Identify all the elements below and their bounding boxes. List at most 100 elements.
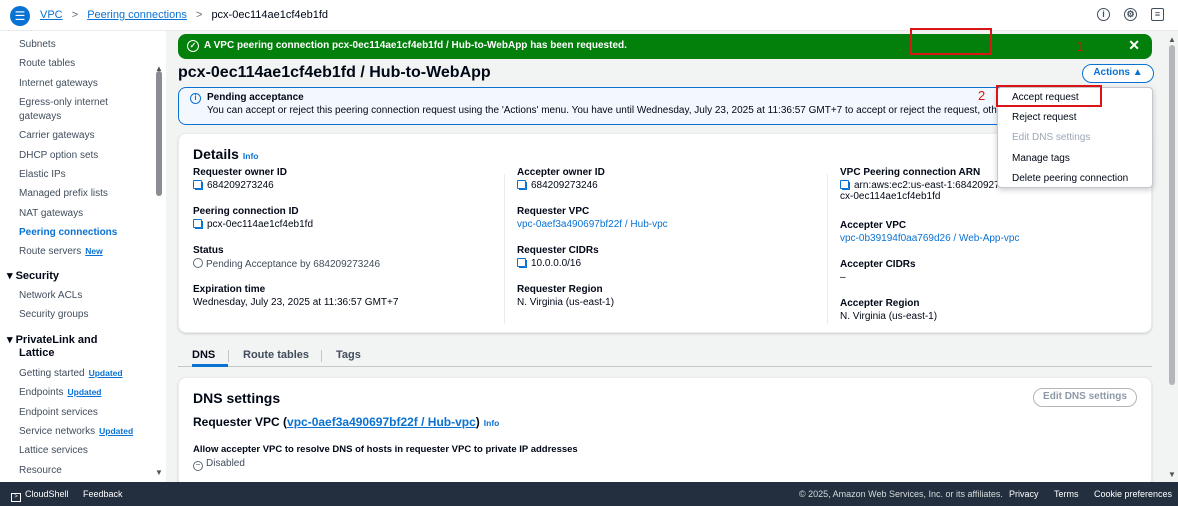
highlight-box-actions — [910, 28, 992, 55]
sidebar-item-route-servers[interactable]: Route servers New — [19, 246, 103, 257]
close-icon[interactable]: ✕ — [1128, 37, 1140, 54]
settings-icon[interactable]: ⚙ — [1124, 8, 1137, 21]
accepter-owner-field: Accepter owner ID 684209273246 — [517, 167, 605, 191]
breadcrumb-vpc[interactable]: VPC — [40, 9, 63, 21]
sidebar-item-route-tables[interactable]: Route tables — [19, 58, 75, 69]
allow-dns-label: Allow accepter VPC to resolve DNS of hos… — [193, 444, 578, 455]
copyright: © 2025, Amazon Web Services, Inc. or its… — [799, 489, 1003, 499]
accepter-vpc-link[interactable]: vpc-0b39194f0aa769d26 / Web-App-vpc — [840, 233, 1019, 244]
actions-button[interactable]: Actions ▲ — [1082, 64, 1154, 83]
sidebar-item-label: Route servers — [19, 246, 82, 257]
privatelink-section-header[interactable]: ▾ PrivateLink and — [7, 333, 98, 346]
menu-item-delete-peering[interactable]: Delete peering connection — [1012, 173, 1128, 184]
clock-icon — [193, 258, 203, 268]
sidebar-item-endpoint-services[interactable]: Endpoint services — [19, 407, 98, 418]
peering-id-field: Peering connection ID pcx-0ec114ae1cf4eb… — [193, 206, 314, 230]
requester-vpc-field: Requester VPC vpc-0aef3a490697bf22f / Hu… — [517, 206, 668, 230]
menu-icon[interactable]: ☰ — [10, 6, 30, 26]
sidebar-item-nat-gateways[interactable]: NAT gateways — [19, 208, 83, 219]
terminal-icon: > — [11, 493, 21, 502]
caret-down-icon: ▾ — [7, 270, 16, 282]
success-flash: ✓ A VPC peering connection pcx-0ec114ae1… — [178, 34, 1152, 59]
caret-up-icon: ▲ — [1132, 67, 1143, 78]
feedback-link[interactable]: Feedback — [83, 489, 123, 499]
sidebar-item-elastic-ips[interactable]: Elastic IPs — [19, 169, 66, 180]
tab-divider — [321, 350, 322, 362]
sidebar-item-subnets[interactable]: Subnets — [19, 39, 56, 50]
accepter-vpc-field: Accepter VPC vpc-0b39194f0aa769d26 / Web… — [840, 220, 1020, 244]
feedback-icon[interactable]: ≡ — [1151, 8, 1164, 21]
disabled-icon: − — [193, 461, 203, 471]
info-link[interactable]: Info — [484, 418, 500, 428]
info-circle-icon[interactable]: i — [1097, 8, 1110, 21]
sidebar-item-peering-connections[interactable]: Peering connections — [19, 227, 117, 238]
edit-dns-settings-button[interactable]: Edit DNS settings — [1033, 388, 1137, 407]
sidebar: Subnets Route tables Internet gateways E… — [0, 31, 166, 482]
flash-connection-name: pcx-0ec114ae1cf4eb1fd / Hub-to-WebApp — [331, 40, 528, 51]
tab-divider — [228, 350, 229, 362]
annotation-number-2: 2 — [978, 88, 986, 103]
sidebar-item-getting-started[interactable]: Getting started Updated — [19, 368, 123, 379]
cookie-preferences-link[interactable]: Cookie preferences — [1094, 489, 1172, 499]
tab-dns[interactable]: DNS — [192, 349, 215, 361]
menu-item-manage-tags[interactable]: Manage tags — [1012, 153, 1070, 164]
info-link[interactable]: Info — [243, 151, 259, 161]
sidebar-item-resource[interactable]: Resource — [19, 465, 62, 476]
top-icons: i ⚙ ≡ — [1097, 8, 1164, 21]
highlight-box-accept — [996, 85, 1102, 107]
requester-region-field: Requester Region N. Virginia (us-east-1) — [517, 284, 615, 308]
scroll-down-icon[interactable]: ▼ — [1168, 470, 1176, 479]
chevron-right-icon: > — [71, 9, 79, 21]
copy-icon[interactable] — [840, 180, 850, 190]
cloudshell-button[interactable]: > CloudShell — [11, 489, 69, 502]
scroll-up-icon[interactable]: ▲ — [1168, 35, 1176, 44]
menu-item-edit-dns-settings: Edit DNS settings — [1012, 132, 1091, 143]
privacy-link[interactable]: Privacy — [1009, 489, 1039, 499]
page-title: pcx-0ec114ae1cf4eb1fd / Hub-to-WebApp — [178, 64, 491, 81]
sidebar-item-egress-only-2[interactable]: gateways — [19, 111, 61, 122]
requester-vpc-link[interactable]: vpc-0aef3a490697bf22f / Hub-vpc — [517, 219, 668, 230]
terms-link[interactable]: Terms — [1054, 489, 1079, 499]
sidebar-item-prefix-lists[interactable]: Managed prefix lists — [19, 188, 108, 199]
security-section-header[interactable]: ▾ Security — [7, 269, 59, 282]
expiration-field: Expiration time Wednesday, July 23, 2025… — [193, 284, 399, 308]
sidebar-item-security-groups[interactable]: Security groups — [19, 309, 88, 320]
dns-settings-title: DNS settings — [193, 390, 281, 406]
privatelink-section-header-2: Lattice — [19, 347, 55, 359]
tab-bar: DNS Route tables Tags — [178, 345, 1152, 367]
copy-icon[interactable] — [517, 258, 527, 268]
scroll-down-icon[interactable]: ▼ — [155, 468, 163, 477]
sidebar-item-egress-only[interactable]: Egress-only internet — [19, 97, 108, 108]
copy-icon[interactable] — [193, 180, 203, 190]
sidebar-item-carrier-gateways[interactable]: Carrier gateways — [19, 130, 95, 141]
tab-tags[interactable]: Tags — [336, 349, 361, 361]
sidebar-item-endpoints[interactable]: Endpoints Updated — [19, 387, 101, 398]
annotation-number-1: 1 — [1076, 39, 1084, 54]
active-tab-indicator — [192, 364, 228, 367]
sidebar-item-dhcp[interactable]: DHCP option sets — [19, 150, 98, 161]
copy-icon[interactable] — [193, 219, 203, 229]
sidebar-item-service-networks[interactable]: Service networks Updated — [19, 426, 133, 437]
details-title: Details Info — [193, 146, 259, 162]
top-bar: ☰ VPC > Peering connections > pcx-0ec114… — [0, 0, 1178, 31]
accepter-cidrs-field: Accepter CIDRs – — [840, 259, 916, 283]
footer: > CloudShell Feedback © 2025, Amazon Web … — [0, 482, 1178, 506]
breadcrumb-peering-connections[interactable]: Peering connections — [87, 9, 187, 21]
requester-vpc-heading-link[interactable]: vpc-0aef3a490697bf22f / Hub-vpc — [287, 415, 476, 429]
arn-field: VPC Peering connection ARN arn:aws:ec2:u… — [840, 167, 1008, 202]
sidebar-scrollbar[interactable] — [156, 71, 162, 196]
copy-icon[interactable] — [517, 180, 527, 190]
sidebar-item-network-acls[interactable]: Network ACLs — [19, 290, 82, 301]
sidebar-item-internet-gateways[interactable]: Internet gateways — [19, 78, 98, 89]
updated-badge: Updated — [67, 387, 102, 397]
updated-badge: Updated — [99, 426, 134, 436]
sidebar-item-lattice-services[interactable]: Lattice services — [19, 445, 88, 456]
status-field: Status Pending Acceptance by 68420927324… — [193, 245, 381, 270]
info-icon: i — [190, 93, 201, 104]
main-scrollbar[interactable] — [1169, 45, 1175, 385]
breadcrumb: VPC > Peering connections > pcx-0ec114ae… — [40, 9, 334, 21]
tab-route-tables[interactable]: Route tables — [243, 349, 309, 361]
new-badge: New — [85, 246, 103, 256]
caret-down-icon: ▾ — [7, 334, 16, 346]
menu-item-reject-request[interactable]: Reject request — [1012, 112, 1076, 123]
